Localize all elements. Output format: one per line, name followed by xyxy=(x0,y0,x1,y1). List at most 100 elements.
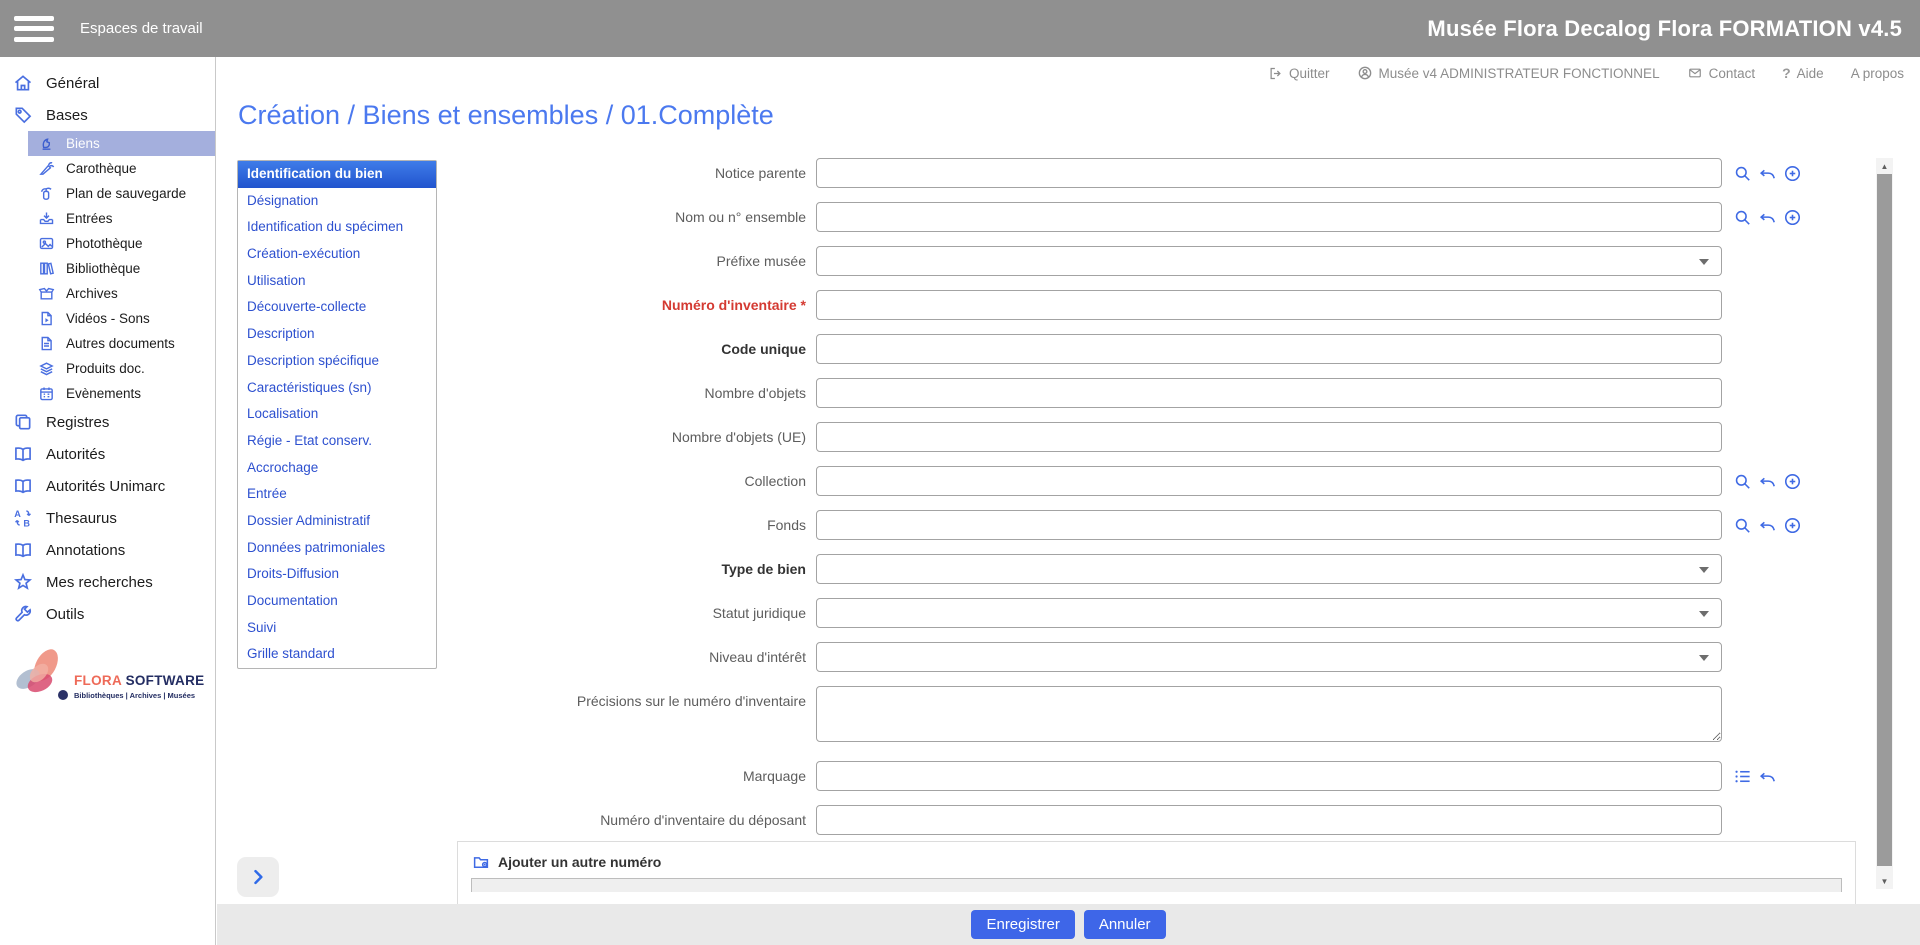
sidebar-item-videos-sons[interactable]: Vidéos - Sons xyxy=(28,306,215,331)
nombre-objets-input[interactable] xyxy=(816,378,1722,408)
numero-deposant-input[interactable] xyxy=(816,805,1722,835)
search-icon[interactable] xyxy=(1733,208,1752,227)
sidebar-item-outils[interactable]: Outils xyxy=(0,598,215,630)
sidebar-item-carotheque[interactable]: Carothèque xyxy=(28,156,215,181)
apropos-link[interactable]: A propos xyxy=(1851,66,1904,81)
books-icon xyxy=(38,260,55,277)
sidebar-item-label: Général xyxy=(46,75,99,92)
search-icon[interactable] xyxy=(1733,472,1752,491)
video-file-icon xyxy=(38,310,55,327)
logout-icon xyxy=(1268,66,1283,81)
chevron-down-icon xyxy=(1699,655,1709,661)
precisions-numero-textarea[interactable] xyxy=(816,686,1722,742)
bust-icon xyxy=(38,135,55,152)
open-book-icon xyxy=(13,540,33,560)
form-row: Marquage xyxy=(217,761,1867,791)
top-bar: Espaces de travail Musée Flora Decalog F… xyxy=(0,0,1920,57)
nom-ensemble-input[interactable] xyxy=(816,202,1722,232)
form-row: Statut juridique xyxy=(217,598,1867,628)
field-label: Statut juridique xyxy=(217,598,816,628)
add-circle-icon[interactable] xyxy=(1783,472,1802,491)
form-row: Nom ou n° ensemble xyxy=(217,202,1867,232)
user-account-link[interactable]: Musée v4 ADMINISTRATEUR FONCTIONNEL xyxy=(1357,65,1660,81)
scrollbar-thumb[interactable] xyxy=(1877,174,1892,866)
list-icon[interactable] xyxy=(1733,767,1752,786)
logo-tagline: Bibliothèques | Archives | Musées xyxy=(74,691,195,700)
type-de-bien-select[interactable] xyxy=(816,554,1722,584)
sidebar-item-bases[interactable]: Bases xyxy=(0,99,215,131)
marquage-input[interactable] xyxy=(816,761,1722,791)
nombre-objets-ue-input[interactable] xyxy=(816,422,1722,452)
sidebar-item-phototheque[interactable]: Photothèque xyxy=(28,231,215,256)
form-row: Préfixe musée xyxy=(217,246,1867,276)
workspace-label[interactable]: Espaces de travail xyxy=(80,20,203,37)
chevron-down-icon xyxy=(1699,259,1709,265)
niveau-interet-input[interactable] xyxy=(816,642,1722,672)
form-row: Nombre d'objets xyxy=(217,378,1867,408)
statut-juridique-input[interactable] xyxy=(816,598,1722,628)
sidebar-item-registres[interactable]: Registres xyxy=(0,406,215,438)
sidebar-item-evenements[interactable]: Evènements xyxy=(28,381,215,406)
field-label: Marquage xyxy=(217,761,816,791)
contact-link[interactable]: Contact xyxy=(1687,66,1756,81)
sidebar-item-autorites-unimarc[interactable]: Autorités Unimarc xyxy=(0,470,215,502)
undo-icon[interactable] xyxy=(1758,767,1777,786)
main-content: Quitter Musée v4 ADMINISTRATEUR FONCTION… xyxy=(217,57,1920,945)
form-row: Niveau d'intérêt xyxy=(217,642,1867,672)
prefixe-musee-select[interactable] xyxy=(816,246,1722,276)
sidebar-item-general[interactable]: Général xyxy=(0,67,215,99)
field-label: Numéro d'inventaire du déposant xyxy=(217,805,816,835)
autre-numero-header[interactable]: Ajouter un autre numéro xyxy=(458,842,1855,871)
undo-icon[interactable] xyxy=(1758,472,1777,491)
autre-numero-label: Ajouter un autre numéro xyxy=(498,854,661,870)
sidebar-item-bibliotheque[interactable]: Bibliothèque xyxy=(28,256,215,281)
sidebar-item-mes-recherches[interactable]: Mes recherches xyxy=(0,566,215,598)
sidebar-item-label: Bibliothèque xyxy=(66,261,140,276)
search-icon[interactable] xyxy=(1733,516,1752,535)
undo-icon[interactable] xyxy=(1758,516,1777,535)
sidebar-item-autorites[interactable]: Autorités xyxy=(0,438,215,470)
type-de-bien-input[interactable] xyxy=(816,554,1722,584)
add-circle-icon[interactable] xyxy=(1783,164,1802,183)
document-icon xyxy=(38,335,55,352)
sidebar-item-label: Evènements xyxy=(66,386,141,401)
collection-input[interactable] xyxy=(816,466,1722,496)
undo-icon[interactable] xyxy=(1758,208,1777,227)
form-row: Collection xyxy=(217,466,1867,496)
wrench-icon xyxy=(13,604,33,624)
prefixe-musee-input[interactable] xyxy=(816,246,1722,276)
hamburger-menu-icon[interactable] xyxy=(14,16,54,42)
sidebar-item-label: Thesaurus xyxy=(46,510,117,527)
sidebar-item-label: Autorités xyxy=(46,446,105,463)
sidebar-item-archives[interactable]: Archives xyxy=(28,281,215,306)
scroll-up-arrow[interactable]: ▲ xyxy=(1876,158,1893,174)
sidebar-item-biens[interactable]: Biens xyxy=(28,131,215,156)
add-circle-icon[interactable] xyxy=(1783,208,1802,227)
niveau-interet-select[interactable] xyxy=(816,642,1722,672)
sidebar-item-annotations[interactable]: Annotations xyxy=(0,534,215,566)
sidebar-item-entrees[interactable]: Entrées xyxy=(28,206,215,231)
sidebar-item-autres-documents[interactable]: Autres documents xyxy=(28,331,215,356)
sidebar-item-plan-sauvegarde[interactable]: Plan de sauvegarde xyxy=(28,181,215,206)
numero-inventaire-input[interactable] xyxy=(816,290,1722,320)
fonds-input[interactable] xyxy=(816,510,1722,540)
action-bar: Enregistrer Annuler xyxy=(217,904,1920,945)
sidebar-item-label: Entrées xyxy=(66,211,113,226)
undo-icon[interactable] xyxy=(1758,164,1777,183)
sidebar-item-produits-doc[interactable]: Produits doc. xyxy=(28,356,215,381)
save-button[interactable]: Enregistrer xyxy=(971,910,1074,939)
cancel-button[interactable]: Annuler xyxy=(1084,910,1166,939)
search-icon[interactable] xyxy=(1733,164,1752,183)
collapse-tabs-button[interactable] xyxy=(237,857,279,897)
vertical-scrollbar[interactable]: ▲ ▼ xyxy=(1876,158,1893,889)
aide-link[interactable]: ? Aide xyxy=(1782,65,1824,81)
sidebar-item-label: Bases xyxy=(46,107,88,124)
notice-parente-input[interactable] xyxy=(816,158,1722,188)
statut-juridique-select[interactable] xyxy=(816,598,1722,628)
scroll-down-arrow[interactable]: ▼ xyxy=(1876,873,1893,889)
code-unique-input[interactable] xyxy=(816,334,1722,364)
quitter-link[interactable]: Quitter xyxy=(1268,66,1330,81)
add-circle-icon[interactable] xyxy=(1783,516,1802,535)
question-mark-icon: ? xyxy=(1782,65,1791,81)
sidebar-item-thesaurus[interactable]: AB Thesaurus xyxy=(0,502,215,534)
